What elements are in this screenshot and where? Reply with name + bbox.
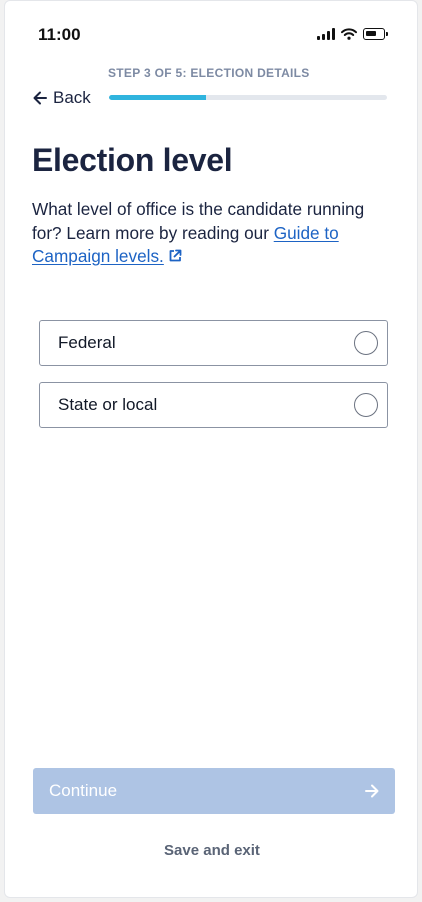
status-time: 11:00 <box>38 25 81 44</box>
signal-icon <box>317 28 335 40</box>
progress-fill <box>109 95 207 100</box>
arrow-left-icon <box>33 91 47 105</box>
option-state-or-local[interactable]: State or local <box>39 382 388 428</box>
back-label: Back <box>53 88 91 107</box>
external-link-icon <box>169 249 182 262</box>
option-federal[interactable]: Federal <box>39 320 388 366</box>
status-icons <box>317 28 388 40</box>
arrow-right-icon <box>365 784 379 798</box>
progress-bar <box>109 95 387 100</box>
phone-frame: 11:00 STEP 3 OF 5: ELECTION DETAILS Back… <box>4 0 418 898</box>
option-label: Federal <box>58 333 116 352</box>
step-label: STEP 3 OF 5: ELECTION DETAILS <box>108 66 310 80</box>
save-and-exit-link[interactable]: Save and exit <box>5 842 419 859</box>
back-button[interactable]: Back <box>33 88 91 108</box>
radio-button[interactable] <box>354 331 378 355</box>
wifi-icon <box>341 28 357 40</box>
battery-icon <box>363 28 388 40</box>
option-label: State or local <box>58 395 158 414</box>
description: What level of office is the candidate ru… <box>32 198 394 269</box>
page-title: Election level <box>32 142 233 178</box>
continue-label: Continue <box>49 781 118 800</box>
continue-button[interactable]: Continue <box>33 768 395 814</box>
screen: 11:00 STEP 3 OF 5: ELECTION DETAILS Back… <box>0 0 422 902</box>
radio-button[interactable] <box>354 393 378 417</box>
